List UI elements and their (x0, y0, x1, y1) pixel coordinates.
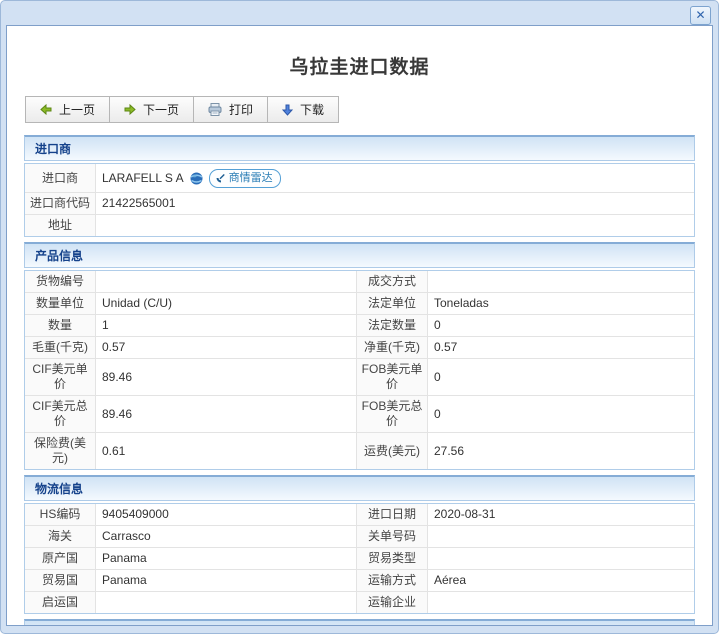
table-row: 数量 1 法定数量 0 (25, 314, 694, 336)
field-label: 贸易类型 (357, 547, 428, 569)
field-value: 9405409000 (96, 504, 357, 525)
prev-page-label: 上一页 (59, 101, 95, 118)
field-label: 净重(千克) (357, 336, 428, 358)
business-radar-badge[interactable]: 商情雷达 (209, 169, 281, 188)
field-value: 1 (96, 314, 357, 336)
field-label: FOB美元总价 (357, 395, 428, 432)
field-value: 0 (428, 314, 694, 336)
field-value: 0.57 (96, 336, 357, 358)
field-label: 运输企业 (357, 591, 428, 613)
field-label: 保险费(美元) (25, 432, 96, 469)
field-label: FOB美元单价 (357, 358, 428, 395)
field-label: 启运国 (25, 591, 96, 613)
field-label: 原产国 (25, 547, 96, 569)
table-row: HS编码 9405409000 进口日期 2020-08-31 (25, 504, 694, 525)
field-label: 成交方式 (357, 271, 428, 292)
toolbar: 上一页 下一页 打印 (25, 96, 339, 123)
table-row: CIF美元总价 89.46 FOB美元总价 0 (25, 395, 694, 432)
field-label: 数量单位 (25, 292, 96, 314)
field-value: Unidad (C/U) (96, 292, 357, 314)
next-page-button[interactable]: 下一页 (110, 97, 194, 122)
arrow-left-icon (40, 104, 52, 115)
table-row: 进口商代码 21422565001 (25, 192, 694, 214)
field-value: 27.56 (428, 432, 694, 469)
field-label: 毛重(千克) (25, 336, 96, 358)
field-value (428, 547, 694, 569)
arrow-right-icon (124, 104, 136, 115)
table-row: 贸易国 Panama 运输方式 Aérea (25, 569, 694, 591)
download-button[interactable]: 下载 (268, 97, 338, 122)
importer-name-value: LARAFELL S A (102, 171, 184, 186)
importer-code-value: 21422565001 (96, 192, 694, 214)
table-row: CIF美元单价 89.46 FOB美元单价 0 (25, 358, 694, 395)
field-value (428, 525, 694, 547)
field-label: 法定数量 (357, 314, 428, 336)
field-value (96, 591, 357, 613)
importer-code-label: 进口商代码 (25, 192, 96, 214)
prev-page-button[interactable]: 上一页 (26, 97, 110, 122)
address-label: 地址 (25, 214, 96, 236)
print-button[interactable]: 打印 (194, 97, 268, 122)
field-label: 进口日期 (357, 504, 428, 525)
table-row: 启运国 运输企业 (25, 591, 694, 613)
next-page-label: 下一页 (143, 101, 179, 118)
address-value (96, 214, 694, 236)
table-row: 进口商 LARAFELL S A (25, 164, 694, 192)
section-product-header: 产品信息 (24, 242, 695, 268)
field-label: 运输方式 (357, 569, 428, 591)
field-label: CIF美元单价 (25, 358, 96, 395)
field-value: 0 (428, 395, 694, 432)
section-importer: 进口商 进口商 LARAFELL S A (24, 135, 695, 237)
section-logistics-header: 物流信息 (24, 475, 695, 501)
field-label: 海关 (25, 525, 96, 547)
dialog-frame: ✕ 乌拉圭进口数据 上一页 下一页 (0, 0, 719, 634)
table-row: 保险费(美元) 0.61 运费(美元) 27.56 (25, 432, 694, 469)
field-value: Panama (96, 569, 357, 591)
table-row: 数量单位 Unidad (C/U) 法定单位 Toneladas (25, 292, 694, 314)
section-logistics: 物流信息 HS编码 9405409000 进口日期 2020-08-31 海关 … (24, 475, 695, 614)
field-value: Aérea (428, 569, 694, 591)
field-value: 0.57 (428, 336, 694, 358)
radar-icon (215, 173, 226, 184)
field-label: 数量 (25, 314, 96, 336)
field-value: 0.61 (96, 432, 357, 469)
table-row: 原产国 Panama 贸易类型 (25, 547, 694, 569)
field-value: 89.46 (96, 395, 357, 432)
print-label: 打印 (229, 101, 253, 118)
field-value: 89.46 (96, 358, 357, 395)
field-label: 关单号码 (357, 525, 428, 547)
download-label: 下载 (300, 101, 324, 118)
printer-icon (208, 103, 222, 116)
field-label: 法定单位 (357, 292, 428, 314)
field-value (96, 271, 357, 292)
section-description: 描述 编码描述 产品描述 TIRAS LED (24, 619, 695, 626)
field-value: 2020-08-31 (428, 504, 694, 525)
arrow-down-icon (282, 104, 293, 116)
close-icon[interactable]: ✕ (690, 6, 711, 25)
field-label: HS编码 (25, 504, 96, 525)
section-product: 产品信息 货物编号 成交方式 数量单位 Unidad (C/U) 法定单位 To… (24, 242, 695, 470)
table-row: 地址 (25, 214, 694, 236)
field-label: 运费(美元) (357, 432, 428, 469)
field-value (428, 591, 694, 613)
field-label: 贸易国 (25, 569, 96, 591)
table-row: 毛重(千克) 0.57 净重(千克) 0.57 (25, 336, 694, 358)
field-value: Carrasco (96, 525, 357, 547)
business-radar-label: 商情雷达 (229, 171, 273, 186)
page-title: 乌拉圭进口数据 (7, 52, 712, 79)
field-value: Toneladas (428, 292, 694, 314)
field-value: Panama (96, 547, 357, 569)
dialog-panel: 乌拉圭进口数据 上一页 下一页 (6, 25, 713, 626)
field-label: 货物编号 (25, 271, 96, 292)
globe-icon[interactable] (190, 172, 203, 185)
table-row: 货物编号 成交方式 (25, 271, 694, 292)
table-row: 海关 Carrasco 关单号码 (25, 525, 694, 547)
field-value (428, 271, 694, 292)
importer-name-label: 进口商 (25, 164, 96, 192)
field-value: 0 (428, 358, 694, 395)
field-label: CIF美元总价 (25, 395, 96, 432)
section-description-header: 描述 (24, 619, 695, 626)
section-importer-header: 进口商 (24, 135, 695, 161)
